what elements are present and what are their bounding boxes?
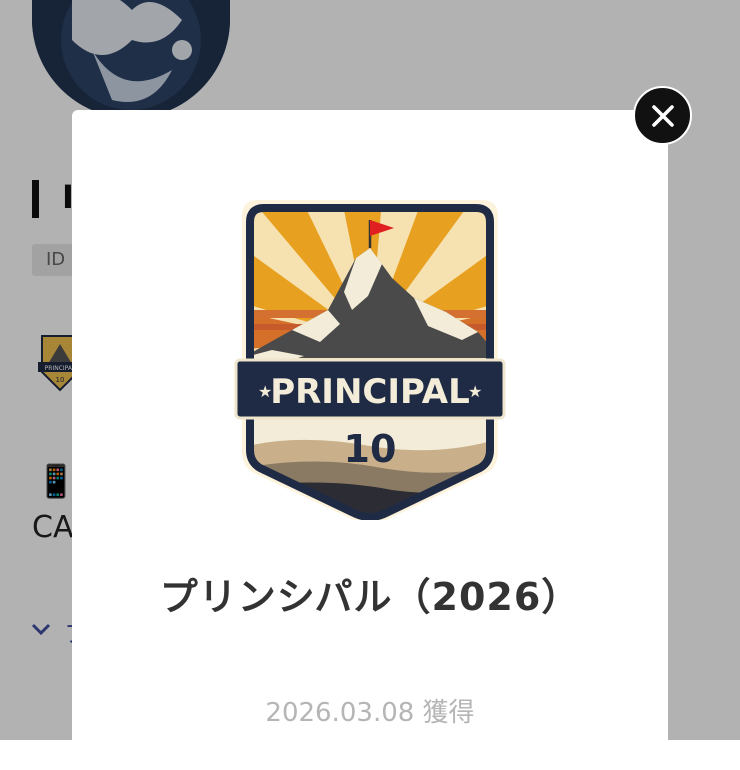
close-icon bbox=[651, 104, 674, 127]
badge-title: プリンシパル（2026） bbox=[159, 575, 581, 619]
principal-badge-image: ★ ★ PRINCIPAL 10 bbox=[232, 200, 508, 523]
badge-modal: ★ ★ PRINCIPAL 10 プリンシパル（2026） 2026.03.08… bbox=[72, 110, 668, 770]
badge-banner-text: PRINCIPAL bbox=[270, 372, 470, 412]
svg-text:★: ★ bbox=[468, 382, 482, 401]
close-button[interactable] bbox=[633, 86, 692, 145]
badge-level-number: 10 bbox=[344, 427, 397, 471]
badge-earned-date: 2026.03.08 獲得 bbox=[265, 698, 475, 728]
